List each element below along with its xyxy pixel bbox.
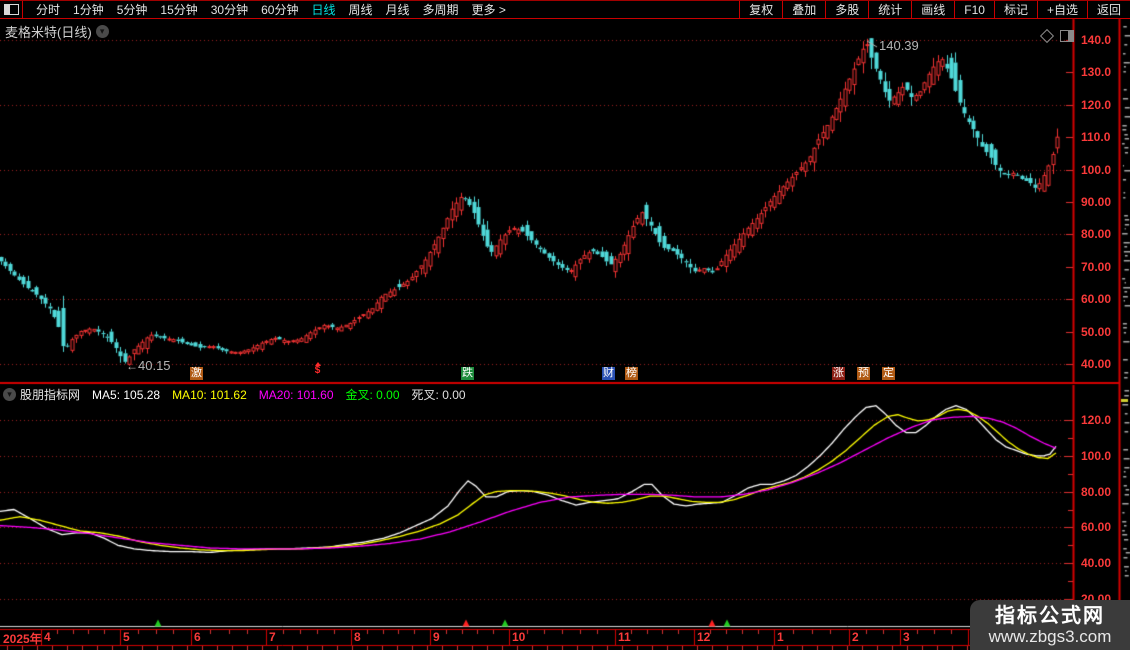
x-axis-month-label: 11 xyxy=(618,630,631,644)
menu-tool-item[interactable]: 复权 xyxy=(739,1,782,18)
menu-period-item[interactable]: 月线 xyxy=(386,1,410,18)
menu-tool-item[interactable]: 画线 xyxy=(911,1,954,18)
x-axis-month-label: 9 xyxy=(433,630,440,644)
menu-tool-item[interactable]: 统计 xyxy=(868,1,911,18)
y-axis-label: 50.00 xyxy=(1081,324,1112,339)
low-annotation: ←40.15 xyxy=(126,358,171,373)
menu-period-item[interactable]: 周线 xyxy=(348,1,372,18)
event-marker[interactable]: 榜 xyxy=(625,367,638,380)
layout-pane-icon xyxy=(3,4,19,15)
window-split-icon[interactable] xyxy=(1060,30,1074,42)
x-axis-month-label: 2 xyxy=(852,630,859,644)
x-axis-month-label: 10 xyxy=(512,630,526,644)
indicator-dropdown-icon[interactable]: ▾ xyxy=(3,388,16,401)
y-axis-label: 140.0 xyxy=(1081,33,1112,47)
menu-tool-item[interactable]: 叠加 xyxy=(782,1,825,18)
menu-tool-item[interactable]: 标记 xyxy=(993,1,1037,18)
menu-period-item[interactable]: 30分钟 xyxy=(211,1,248,18)
x-axis-month-label: 8 xyxy=(354,630,361,644)
menu-period-item[interactable]: 60分钟 xyxy=(261,1,298,18)
x-axis-month-label: 6 xyxy=(194,630,201,644)
watermark: 指标公式网 www.zbgs3.com xyxy=(970,600,1130,650)
event-marker[interactable]: 激 xyxy=(190,367,203,380)
x-axis-month-label: 7 xyxy=(269,630,276,644)
menu-tool-item[interactable]: F10 xyxy=(954,1,994,18)
x-axis-month-label: 4 xyxy=(44,630,51,644)
x-axis-month-label: 1 xyxy=(777,630,784,644)
event-marker[interactable]: 涨 xyxy=(832,367,845,380)
menu-period-item[interactable]: 分时 xyxy=(36,1,60,18)
x-axis-month-label: 5 xyxy=(123,630,130,644)
layout-button[interactable] xyxy=(0,1,23,18)
menu-period-item[interactable]: 多周期 xyxy=(423,1,459,18)
high-annotation: 140.39 xyxy=(879,38,919,53)
indicator-value: 死叉: 0.00 xyxy=(411,388,466,402)
y-axis-label: 80.00 xyxy=(1081,484,1112,499)
trading-app: 分时 1分钟 5分钟 15分钟 30分钟 60分钟 日线 周线 月线 多周期 更多 > 复权 叠加 多股… xyxy=(0,0,1130,650)
y-axis-label: 90.00 xyxy=(1081,195,1112,209)
indicator-source-label: 股朋指标网 xyxy=(20,388,81,402)
chart-title: 麦格米特(日线) ▾ xyxy=(5,22,109,41)
indicator-value: MA5: 105.28 xyxy=(92,387,161,402)
x-axis-year-label: 2025年 xyxy=(3,632,42,646)
indicator-value: MA20: 101.60 xyxy=(258,387,334,402)
y-axis-label: 110.0 xyxy=(1081,130,1111,145)
menu-period-item[interactable]: 15分钟 xyxy=(160,1,197,18)
menu-left: 分时 1分钟 5分钟 15分钟 30分钟 60分钟 日线 周线 月线 多周期 更多 > xyxy=(0,1,506,18)
x-axis-month-label: 3 xyxy=(903,630,910,644)
event-marker[interactable]: 预 xyxy=(857,367,870,380)
watermark-url: www.zbgs3.com xyxy=(988,626,1112,646)
y-axis-label: 80.00 xyxy=(1081,227,1112,242)
low-annotation-value: 40.15 xyxy=(138,358,171,373)
y-axis-label: 120.0 xyxy=(1081,97,1112,112)
y-axis-label: 40.00 xyxy=(1081,357,1112,371)
menu-period-item[interactable]: 更多 > xyxy=(472,1,506,18)
menu-period-item[interactable]: 日线 xyxy=(311,1,335,18)
indicator-header: ▾ 股朋指标网 MA5: 105.28 MA10: 101.62 MA20: 101… xyxy=(3,387,466,402)
menubar: 分时 1分钟 5分钟 15分钟 30分钟 60分钟 日线 周线 月线 多周期 更多 > 复权 叠加 多股… xyxy=(0,0,1130,19)
menu-tool-item[interactable]: 多股 xyxy=(825,1,868,18)
y-axis-label: 70.00 xyxy=(1081,259,1112,274)
dollar-marker[interactable]: $ xyxy=(311,362,324,376)
y-axis-label: 120.0 xyxy=(1081,413,1112,427)
chart-canvas[interactable] xyxy=(0,0,1130,650)
indicator-value: MA10: 101.62 xyxy=(172,387,247,402)
y-axis-label: 130.0 xyxy=(1081,65,1112,80)
x-axis-month-label: 12 xyxy=(697,630,711,644)
event-marker[interactable]: 跌 xyxy=(461,367,474,380)
left-arrow-icon: ← xyxy=(126,359,138,373)
menu-period-item[interactable]: 1分钟 xyxy=(73,1,104,18)
indicator-value: 金叉: 0.00 xyxy=(345,388,400,402)
y-axis-label: 100.0 xyxy=(1081,162,1112,177)
event-marker[interactable]: 财 xyxy=(602,367,615,380)
y-axis-label: 100.0 xyxy=(1081,448,1112,463)
y-axis-label: 40.00 xyxy=(1081,556,1112,571)
menu-tool-item[interactable]: 返回 xyxy=(1086,1,1130,18)
watermark-title: 指标公式网 xyxy=(995,604,1105,627)
menu-tool-item[interactable]: +自选 xyxy=(1036,1,1087,18)
stock-dropdown-icon[interactable]: ▾ xyxy=(95,25,109,38)
menu-period-item[interactable]: 5分钟 xyxy=(117,1,148,18)
dollar-marker-label: $ xyxy=(314,365,321,376)
stock-title-label: 麦格米特(日线) xyxy=(5,25,92,40)
menu-right: 复权 叠加 多股 统计 画线 F10 标记 +自选 返回 xyxy=(739,1,1130,18)
y-axis-label: 60.00 xyxy=(1081,520,1112,535)
event-marker[interactable]: 定 xyxy=(882,367,895,380)
y-axis-label: 60.00 xyxy=(1081,292,1112,307)
